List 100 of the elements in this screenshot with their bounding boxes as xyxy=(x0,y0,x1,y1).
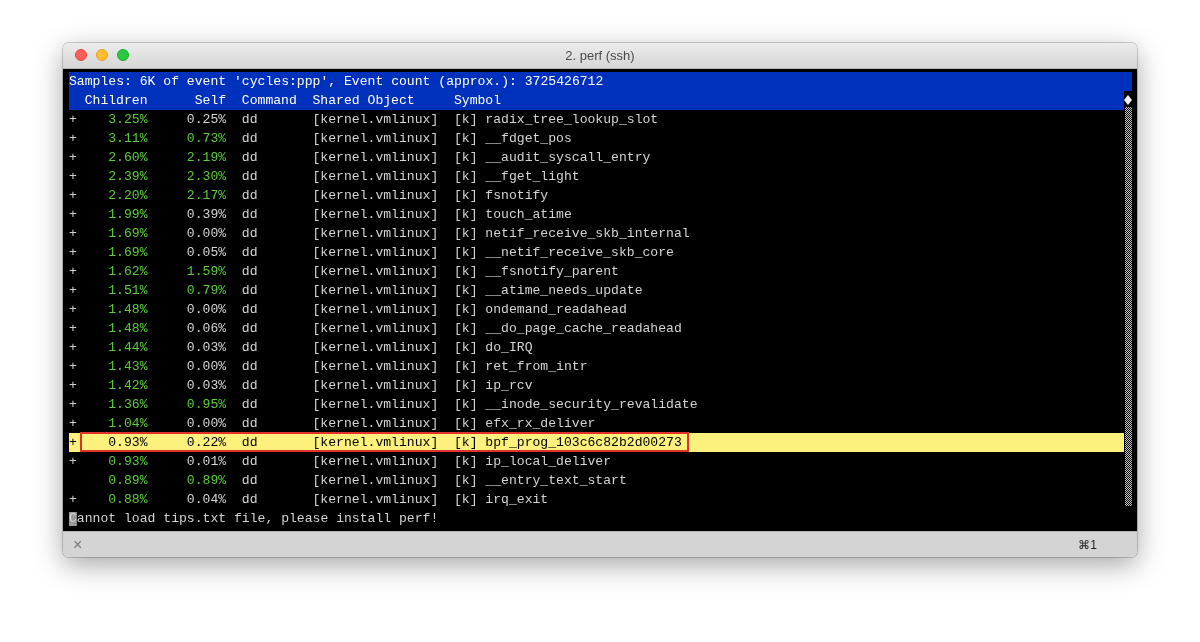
table-cell-text: __fdget_pos xyxy=(485,130,572,148)
table-cell-text: dd xyxy=(241,358,259,376)
expand-toggle[interactable]: + xyxy=(69,414,77,433)
table-cell-text: dd xyxy=(241,491,259,509)
table-cell-text: dd xyxy=(241,168,259,186)
table-cell-text: 1.04% xyxy=(107,415,148,433)
table-cell-text: [kernel.vmlinux] xyxy=(312,244,440,262)
table-cell-text: 2.39% xyxy=(107,168,148,186)
table-cell-text: 2.20% xyxy=(107,187,148,205)
table-cell-text: [k] xyxy=(453,130,479,148)
table-row[interactable]: + 1.44% 0.03% dd [kernel.vmlinux] [k] do_IRQ xyxy=(69,338,1124,357)
table-row[interactable]: + 1.42% 0.03% dd [kernel.vmlinux] [k] ip_rcv xyxy=(69,376,1124,395)
table-cell-text: do_IRQ xyxy=(485,339,533,357)
table-cell-text: __fget_light xyxy=(485,168,580,186)
table-cell-text: [k] xyxy=(453,396,479,414)
table-row[interactable]: + 1.48% 0.00% dd [kernel.vmlinux] [k] ondemand_readahead xyxy=(69,300,1124,319)
table-row[interactable]: + 2.20% 2.17% dd [kernel.vmlinux] [k] fsnotify xyxy=(69,186,1124,205)
table-cell-text: 1.48% xyxy=(107,301,148,319)
table-row[interactable]: + 1.04% 0.00% dd [kernel.vmlinux] [k] efx_rx_deliver xyxy=(69,414,1124,433)
table-cell-text: 2.60% xyxy=(107,149,148,167)
table-row[interactable]: + 1.48% 0.06% dd [kernel.vmlinux] [k] __do_page_cache_readahead xyxy=(69,319,1124,338)
expand-toggle[interactable]: + xyxy=(69,186,77,205)
expand-toggle[interactable]: + xyxy=(69,300,77,319)
table-cell-text: 3.25% xyxy=(107,111,148,129)
expand-toggle[interactable]: + xyxy=(69,281,77,300)
table-cell-text: [kernel.vmlinux] xyxy=(312,282,440,300)
expand-toggle[interactable]: + xyxy=(69,319,77,338)
table-cell-text: 1.42% xyxy=(107,377,148,395)
table-row[interactable]: + 0.93% 0.01% dd [kernel.vmlinux] [k] ip_local_deliver xyxy=(69,452,1124,471)
table-cell-text: dd xyxy=(241,377,259,395)
table-cell-text: 0.06% xyxy=(185,320,227,338)
expand-toggle[interactable]: + xyxy=(69,338,77,357)
table-row[interactable]: + 0.93% 0.22% dd [kernel.vmlinux] [k] bpf_prog_103c6c82b2d00273 xyxy=(69,433,1124,452)
table-cell-text: dd xyxy=(241,111,259,129)
table-cell-text: irq_exit xyxy=(485,491,549,509)
expand-toggle[interactable]: + xyxy=(69,148,77,167)
zoom-button[interactable] xyxy=(117,49,129,61)
table-cell-text: 1.48% xyxy=(107,320,148,338)
table-row[interactable]: + 1.36% 0.95% dd [kernel.vmlinux] [k] __inode_security_revalidate xyxy=(69,395,1124,414)
expand-toggle[interactable]: + xyxy=(69,395,77,414)
column-header: Command xyxy=(241,92,298,110)
expand-toggle[interactable]: + xyxy=(69,205,77,224)
table-cell-text: 1.99% xyxy=(107,206,148,224)
table-cell-text: [k] xyxy=(453,453,479,471)
expand-toggle[interactable]: + xyxy=(69,110,77,129)
table-cell-text: 0.39% xyxy=(185,206,227,224)
expand-toggle[interactable]: + xyxy=(69,452,77,471)
expand-toggle[interactable]: + xyxy=(69,129,77,148)
table-cell-text: [k] xyxy=(453,472,479,490)
table-row[interactable]: + 1.51% 0.79% dd [kernel.vmlinux] [k] __atime_needs_update xyxy=(69,281,1124,300)
table-row[interactable]: + 1.99% 0.39% dd [kernel.vmlinux] [k] touch_atime xyxy=(69,205,1124,224)
expand-toggle[interactable]: + xyxy=(69,167,77,186)
table-cell-text: 0.04% xyxy=(185,491,227,509)
expand-toggle[interactable]: + xyxy=(69,224,77,243)
table-cell-text: [kernel.vmlinux] xyxy=(312,320,440,338)
expand-toggle[interactable]: + xyxy=(69,262,77,281)
close-button[interactable] xyxy=(75,49,87,61)
table-cell-text: dd xyxy=(241,244,259,262)
table-cell-text: __netif_receive_skb_core xyxy=(485,244,674,262)
table-cell-text: [kernel.vmlinux] xyxy=(312,491,440,509)
table-cell-text: [kernel.vmlinux] xyxy=(312,358,440,376)
tab-shortcut: ⌘1 xyxy=(1078,537,1098,552)
table-row[interactable]: + 2.60% 2.19% dd [kernel.vmlinux] [k] __audit_syscall_entry xyxy=(69,148,1124,167)
table-cell-text: 0.03% xyxy=(185,377,227,395)
table-cell-text: dd xyxy=(241,282,259,300)
column-header: Children xyxy=(83,92,148,110)
expand-toggle[interactable]: + xyxy=(69,490,77,509)
table-row[interactable]: + 1.69% 0.00% dd [kernel.vmlinux] [k] netif_receive_skb_internal xyxy=(69,224,1124,243)
table-cell-text: [k] xyxy=(453,149,479,167)
expand-toggle[interactable]: + xyxy=(69,433,77,452)
table-cell-text: [k] xyxy=(453,320,479,338)
table-cell-text: 0.05% xyxy=(185,244,227,262)
table-cell-text: __atime_needs_update xyxy=(485,282,643,300)
table-row[interactable]: + 0.88% 0.04% dd [kernel.vmlinux] [k] irq_exit xyxy=(69,490,1124,509)
table-cell-text: 0.00% xyxy=(185,225,227,243)
minimize-button[interactable] xyxy=(96,49,108,61)
table-cell-text: [kernel.vmlinux] xyxy=(312,396,440,414)
table-cell-text: 0.22% xyxy=(185,434,227,452)
table-cell-text: touch_atime xyxy=(485,206,572,224)
table-cell-text: [kernel.vmlinux] xyxy=(312,415,440,433)
table-row[interactable]: 0.89% 0.89% dd [kernel.vmlinux] [k] __entry_text_start xyxy=(69,471,1124,490)
table-row[interactable]: + 3.11% 0.73% dd [kernel.vmlinux] [k] __fdget_pos xyxy=(69,129,1124,148)
table-cell-text: 0.00% xyxy=(185,358,227,376)
expand-toggle[interactable]: + xyxy=(69,376,77,395)
table-cell-text: [kernel.vmlinux] xyxy=(312,472,440,490)
table-cell-text: 1.44% xyxy=(107,339,148,357)
table-cell-text: __entry_text_start xyxy=(485,472,627,490)
expand-toggle[interactable]: + xyxy=(69,357,77,376)
column-header: Shared Object xyxy=(312,92,416,110)
scrollbar-track[interactable] xyxy=(1124,107,1132,506)
table-cell-text: dd xyxy=(241,396,259,414)
table-cell-text: dd xyxy=(241,301,259,319)
table-row[interactable]: + 2.39% 2.30% dd [kernel.vmlinux] [k] __fget_light xyxy=(69,167,1124,186)
table-cell-text: dd xyxy=(241,263,259,281)
table-row[interactable]: + 3.25% 0.25% dd [kernel.vmlinux] [k] radix_tree_lookup_slot xyxy=(69,110,1124,129)
table-cell-text: [k] xyxy=(453,244,479,262)
expand-toggle[interactable]: + xyxy=(69,243,77,262)
table-row[interactable]: + 1.69% 0.05% dd [kernel.vmlinux] [k] __netif_receive_skb_core xyxy=(69,243,1124,262)
table-row[interactable]: + 1.62% 1.59% dd [kernel.vmlinux] [k] __fsnotify_parent xyxy=(69,262,1124,281)
table-row[interactable]: + 1.43% 0.00% dd [kernel.vmlinux] [k] ret_from_intr xyxy=(69,357,1124,376)
